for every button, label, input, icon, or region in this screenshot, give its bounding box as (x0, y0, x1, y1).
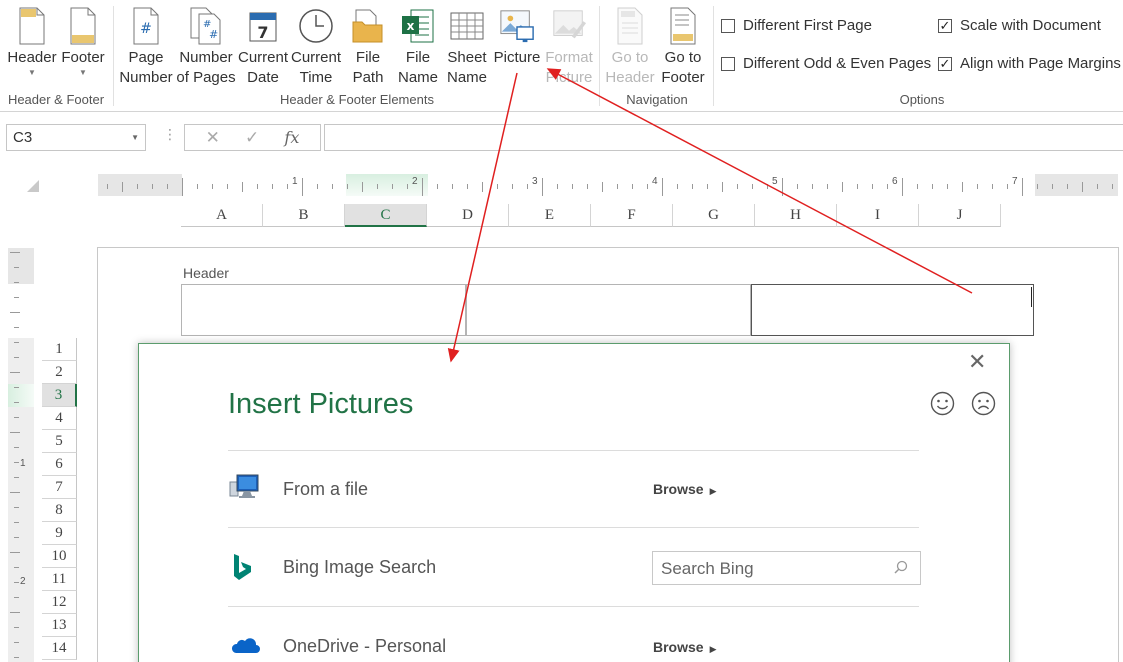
arrow-to-dialog (447, 72, 518, 363)
annotation-arrows (447, 68, 973, 363)
arrow-to-picture-button (546, 68, 973, 294)
